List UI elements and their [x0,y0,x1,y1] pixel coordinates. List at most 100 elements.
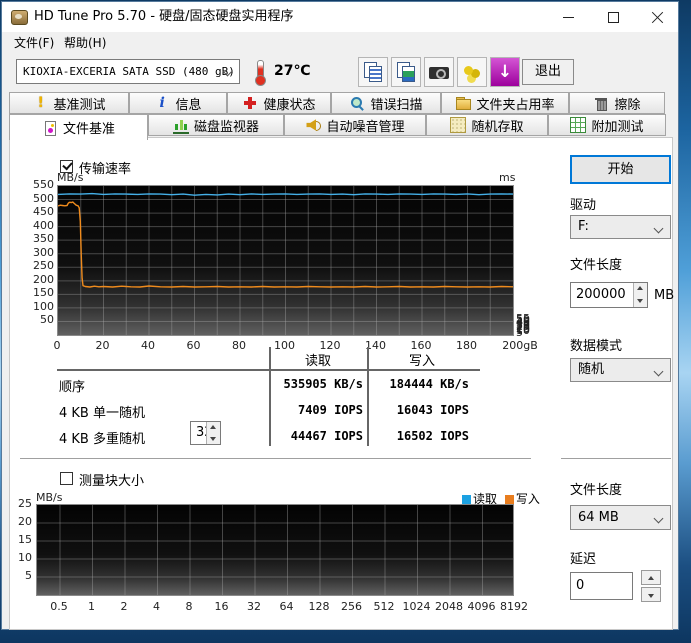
app-window: HD Tune Pro 5.70 - 硬盘/固态硬盘实用程序 文件(F) 帮助(… [1,1,679,630]
close-button[interactable] [636,2,678,32]
tab-random-access[interactable]: 随机存取 [426,114,548,136]
tab-label: 信息 [175,94,201,113]
latency-input[interactable]: 0 [570,572,633,600]
tab-label: 基准测试 [53,94,105,113]
y-axis-unit-right: ms [499,171,515,184]
drive-dropdown[interactable]: F: [570,215,671,239]
latency-label: 延迟 [570,548,596,567]
queue-depth-up-button[interactable] [207,422,220,433]
menu-help[interactable]: 帮助(H) [58,32,112,54]
menubar: 文件(F) 帮助(H) [2,32,678,54]
screenshot-button[interactable] [424,57,454,87]
queue-depth-spinner[interactable]: 32 [190,421,221,445]
copy-image-icon [392,58,420,86]
section-divider-left [20,458,531,460]
drive-select-dropdown[interactable]: KIOXIA-EXCERIA SATA SSD (480 gB) [16,59,240,84]
axis-tick-label: 15 [10,533,32,546]
tab-label: 磁盘监视器 [194,116,259,135]
copy-text-button[interactable] [358,57,388,87]
latency-up-button[interactable] [641,570,661,585]
read-legend-swatch [462,495,471,504]
axis-tick-label: 550 [24,178,54,191]
column-header-write: 写入 [377,350,467,369]
block-size-chart [36,504,514,596]
sequential-write-value: 184444 KB/s [371,377,469,391]
start-button[interactable]: 开始 [570,155,671,184]
save-button[interactable] [457,57,487,87]
queue-depth-down-button[interactable] [207,433,220,444]
tab-disk-monitor[interactable]: 磁盘监视器 [148,114,284,136]
file-length-label: 文件长度 [570,254,622,273]
axis-tick-label: 300 [24,246,54,259]
menu-file[interactable]: 文件(F) [8,32,60,54]
axis-tick-label: 5 [10,569,32,582]
desktop: { "window": { "title": "HD Tune Pro 5.70… [0,0,691,643]
scan-icon [349,95,365,111]
axis-tick-label: 8192 [494,600,534,613]
maximize-button[interactable] [591,2,636,32]
latency-value: 0 [576,578,584,593]
tab-extra-tests[interactable]: 附加测试 [548,114,666,136]
file-benchmark-panel: 传输速率 开始 MB/s ms 550500450400350300250200… [9,137,673,630]
latency-down-button[interactable] [641,587,661,602]
axis-tick-label: 50 [24,313,54,326]
table-divider-2 [367,347,369,446]
4k-multi-write-value: 16502 IOPS [371,429,469,443]
minimize-button[interactable] [546,2,591,32]
file-length2-dropdown[interactable]: 64 MB [570,505,671,530]
y-axis-unit-left: MB/s [57,171,83,184]
row-label-sequential: 顺序 [59,376,85,395]
exit-button[interactable]: 退出 [522,59,574,85]
tab-row-1: 基准测试 信息 健康状态错误扫描 文件夹占用率擦除 [9,92,666,114]
file-length-unit: MB [654,288,674,303]
data-mode-value: 随机 [578,362,604,377]
write-legend-swatch [505,495,514,504]
app-icon [11,10,28,25]
erase-icon [593,95,609,111]
axis-tick-label: 25 [10,497,32,510]
tab-file-benchmark[interactable]: 文件基准 [9,114,148,140]
axis-tick-label: 400 [24,219,54,232]
chevron-down-icon [654,367,664,377]
window-title: HD Tune Pro 5.70 - 硬盘/固态硬盘实用程序 [34,2,294,32]
tab-label: 附加测试 [591,116,643,135]
file-length2-label: 文件长度 [570,479,622,498]
tab-health[interactable]: 健康状态 [227,92,331,114]
maximize-icon [608,12,619,23]
tab-label: 文件夹占用率 [476,94,554,113]
file-length-down-button[interactable] [634,295,647,307]
file-length-value: 200000 [576,287,626,302]
axis-tick-label: 100 [24,300,54,313]
tab-label: 文件基准 [63,118,115,137]
copy-text-icon [359,58,387,86]
health-icon [242,95,258,111]
axis-tick-label: 5 [516,326,540,339]
4k-single-read-value: 7409 IOPS [271,403,363,417]
tab-folder[interactable]: 文件夹占用率 [441,92,569,114]
axis-tick-label: 40 [128,339,168,352]
tab-info[interactable]: 信息 [129,92,227,114]
data-mode-dropdown[interactable]: 随机 [570,358,671,382]
4k-multi-read-value: 44467 IOPS [271,429,363,443]
section-divider-right [561,458,671,460]
toolbar: KIOXIA-EXCERIA SATA SSD (480 gB) 27℃ ↓ 退… [2,54,678,92]
tab-label: 随机存取 [471,116,523,135]
tab-label: 健康状态 [263,94,315,113]
copy-image-button[interactable] [391,57,421,87]
4k-single-write-value: 16043 IOPS [371,403,469,417]
axis-tick-label: 20 [10,515,32,528]
file-length-up-button[interactable] [634,283,647,295]
tab-scan[interactable]: 错误扫描 [331,92,441,114]
block-chart-y-unit: MB/s [36,491,62,504]
thermometer-icon [255,60,265,85]
update-button[interactable]: ↓ [490,57,520,87]
disk-monitor-icon [173,116,189,134]
tab-benchmark[interactable]: 基准测试 [9,92,129,114]
drive-label: 驱动 [570,194,596,213]
tab-erase[interactable]: 擦除 [569,92,665,114]
file-length-spinner[interactable]: 200000 [570,282,648,308]
tab-noise[interactable]: 自动噪音管理 [284,114,426,136]
sequential-read-value: 535905 KB/s [271,377,363,391]
axis-tick-label: 10 [10,551,32,564]
block-size-checkbox[interactable] [60,472,73,485]
